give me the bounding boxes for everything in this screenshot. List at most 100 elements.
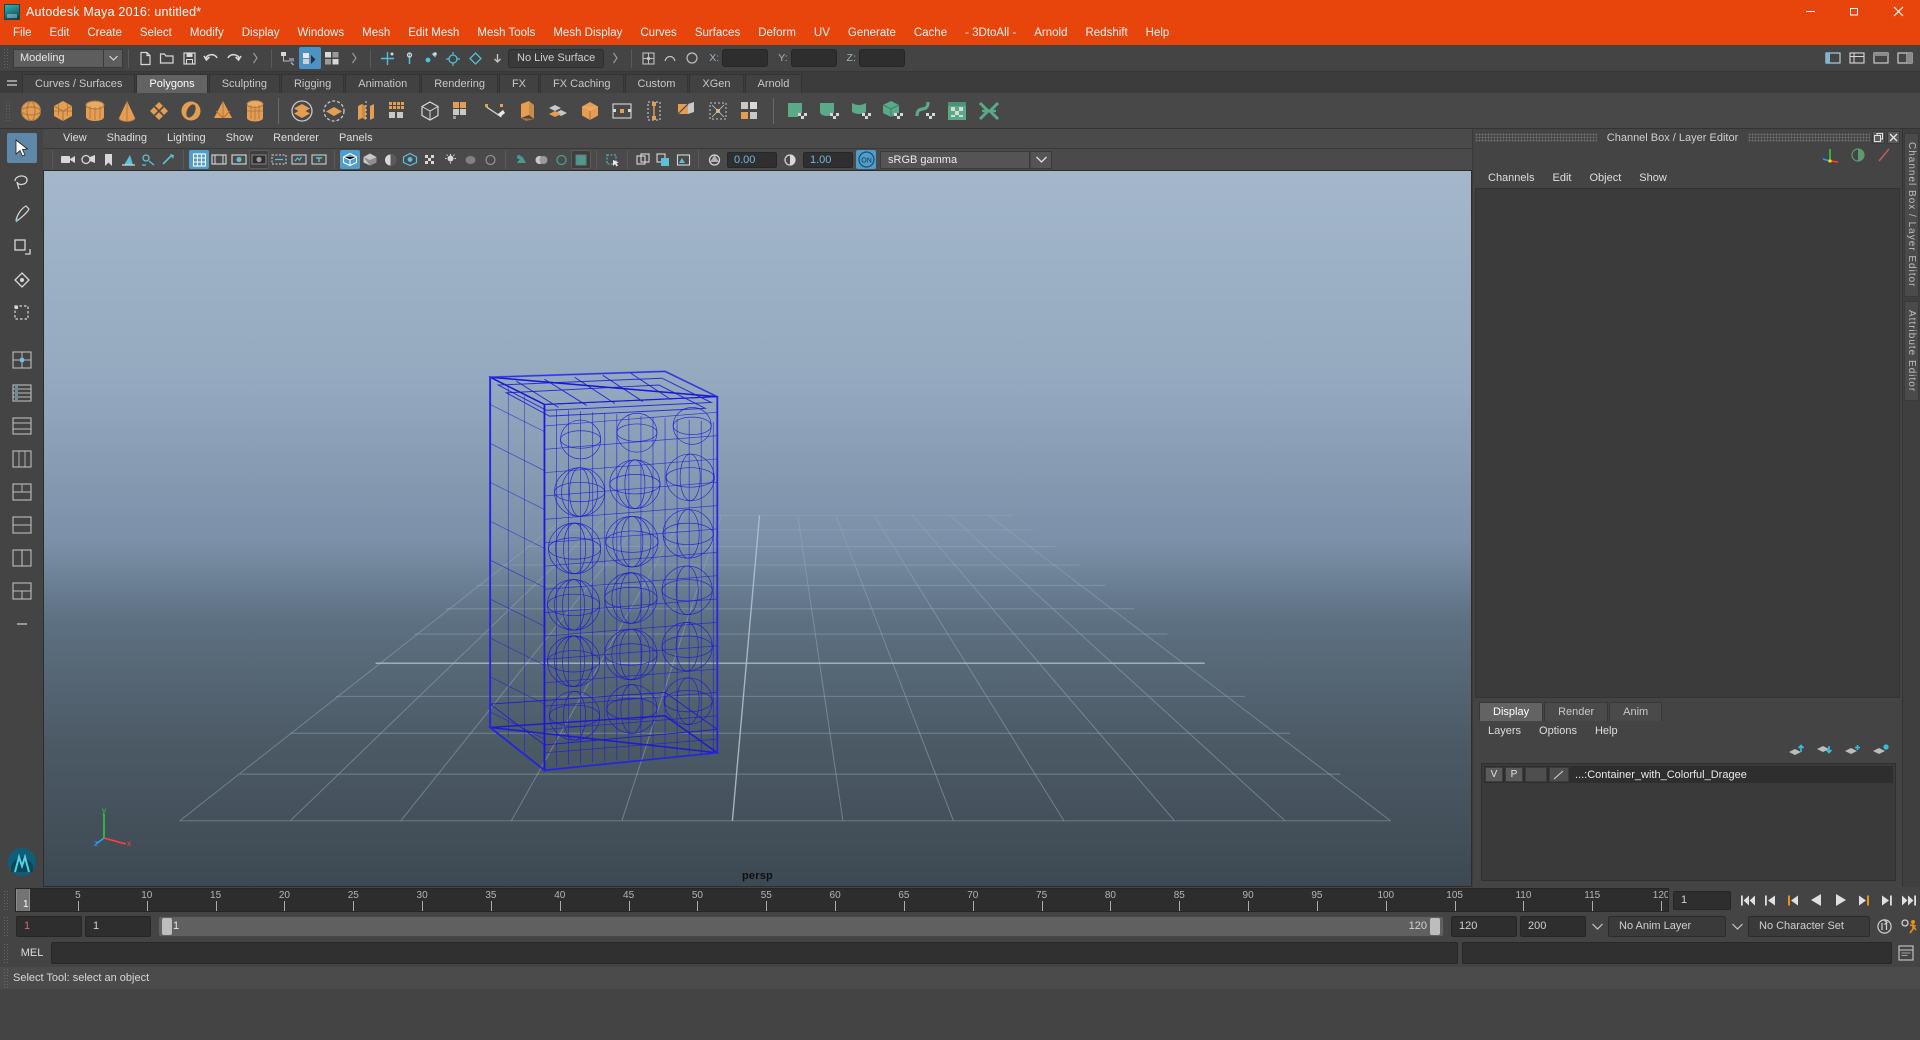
anim-layer-field[interactable]: No Anim Layer xyxy=(1608,915,1726,937)
gamma-value-field[interactable]: 1.00 xyxy=(803,151,853,168)
layout-hypershade-persp[interactable] xyxy=(7,444,37,474)
object-mask-icon[interactable] xyxy=(551,150,571,169)
poly-sphere-icon[interactable] xyxy=(15,95,47,127)
show-manipulators-icon[interactable] xyxy=(1822,147,1840,168)
new-layer-from-selected-icon[interactable] xyxy=(1872,743,1890,762)
shadows-icon[interactable] xyxy=(440,150,460,169)
go-to-end-icon[interactable] xyxy=(1898,890,1920,910)
menu-edit[interactable]: Edit xyxy=(41,25,79,43)
menuset-selector[interactable]: Modeling xyxy=(13,48,103,68)
poly-split-icon[interactable] xyxy=(734,95,766,127)
poly-append-icon[interactable] xyxy=(574,95,606,127)
history-icon[interactable] xyxy=(637,47,659,69)
menu-3dtoall[interactable]: - 3DtoAll - xyxy=(956,25,1025,43)
uv-unfold-icon[interactable] xyxy=(909,95,941,127)
menu-help[interactable]: Help xyxy=(1137,25,1179,43)
play-forwards-icon[interactable] xyxy=(1829,890,1851,910)
poly-mirror-icon[interactable] xyxy=(350,95,382,127)
channelbox-attribute-area[interactable] xyxy=(1475,188,1900,698)
playback-end-time-field[interactable]: 120 xyxy=(1451,915,1517,937)
image-plane-icon[interactable] xyxy=(118,150,138,169)
coord-y-input[interactable] xyxy=(790,49,837,67)
panel-snapshot-icon[interactable] xyxy=(673,150,693,169)
poly-bridge-icon[interactable] xyxy=(542,95,574,127)
gate-mask-icon[interactable] xyxy=(249,150,269,169)
isolate-select-icon[interactable] xyxy=(531,150,551,169)
poly-smooth-icon[interactable] xyxy=(382,95,414,127)
step-back-frame-icon[interactable] xyxy=(1783,890,1805,910)
current-frame-input[interactable]: 1 xyxy=(1673,890,1731,910)
title-safe-icon[interactable] xyxy=(309,150,329,169)
layout-three-pane-split[interactable] xyxy=(7,576,37,606)
menu-deform[interactable]: Deform xyxy=(749,25,805,43)
paint-select-tool[interactable] xyxy=(7,199,37,229)
time-slider[interactable]: 1 5 10 15 20 25 30 35 40 45 50 55 60 65 70 75 80 85 90 95 1… xyxy=(15,888,1669,912)
tool-settings-icon[interactable] xyxy=(1870,47,1892,69)
select-by-hierarchy-icon[interactable] xyxy=(277,47,299,69)
panel-menu-lighting[interactable]: Lighting xyxy=(157,131,216,146)
shelf-tab-animation[interactable]: Animation xyxy=(345,74,421,93)
panel-menu-shading[interactable]: Shading xyxy=(97,131,157,146)
statusline-grip[interactable] xyxy=(2,47,10,69)
exposure-icon[interactable] xyxy=(704,150,724,169)
menu-mesh-tools[interactable]: Mesh Tools xyxy=(468,25,544,43)
shelf-options-button[interactable] xyxy=(2,72,22,93)
shelf-tab-curves-surfaces[interactable]: Curves / Surfaces xyxy=(22,74,136,93)
safe-action-icon[interactable] xyxy=(289,150,309,169)
rotate-tool[interactable] xyxy=(7,265,37,295)
layer-tab-render[interactable]: Render xyxy=(1544,702,1609,721)
panel-duplicate-icon[interactable] xyxy=(653,150,673,169)
shelf-tab-fx[interactable]: FX xyxy=(498,74,540,93)
smooth-shade-icon[interactable] xyxy=(360,150,380,169)
poly-cube-icon[interactable] xyxy=(47,95,79,127)
poly-extract-icon[interactable] xyxy=(446,95,478,127)
make-live-icon[interactable] xyxy=(486,47,508,69)
wireframe-icon[interactable] xyxy=(340,150,360,169)
undock-panel-icon[interactable] xyxy=(1872,131,1885,144)
construction-history-toggle-icon[interactable] xyxy=(659,47,681,69)
uv-spherical-icon[interactable] xyxy=(845,95,877,127)
playback-start-time-field[interactable]: 1 xyxy=(85,915,151,937)
layer-tab-display[interactable]: Display xyxy=(1479,702,1544,721)
uv-editor-icon[interactable] xyxy=(941,95,973,127)
panel-zoom-icon[interactable] xyxy=(633,150,653,169)
xray-active-components-icon[interactable] xyxy=(511,150,531,169)
go-to-start-icon[interactable] xyxy=(1737,890,1759,910)
shelf-tab-sculpting[interactable]: Sculpting xyxy=(208,74,280,93)
poly-prism-icon[interactable] xyxy=(239,95,271,127)
uv-planar-icon[interactable] xyxy=(781,95,813,127)
gamma-icon[interactable] xyxy=(780,150,800,169)
range-slider-bar[interactable]: 1 120 xyxy=(158,915,1444,937)
shelf-tab-xgen[interactable]: XGen xyxy=(689,74,744,93)
move-tool[interactable] xyxy=(7,232,37,262)
rangeslider-grip[interactable] xyxy=(2,915,10,937)
move-layer-up-icon[interactable] xyxy=(1788,743,1806,762)
statusline-expander-right-icon[interactable] xyxy=(244,47,266,69)
auto-keyframe-icon[interactable] xyxy=(1873,916,1895,936)
menu-curves[interactable]: Curves xyxy=(631,25,685,43)
layout-single-perspective-view[interactable] xyxy=(7,345,37,375)
script-editor-icon[interactable] xyxy=(1895,942,1917,964)
snap-to-projected-center-icon[interactable] xyxy=(442,47,464,69)
commandline-grip[interactable] xyxy=(2,942,10,964)
save-scene-icon[interactable] xyxy=(178,47,200,69)
menu-select[interactable]: Select xyxy=(131,25,181,43)
poly-wedge-icon[interactable] xyxy=(638,95,670,127)
panel-menu-show[interactable]: Show xyxy=(216,131,264,146)
field-chart-icon[interactable] xyxy=(269,150,289,169)
menu-generate[interactable]: Generate xyxy=(839,25,905,43)
menu-surfaces[interactable]: Surfaces xyxy=(686,25,749,43)
scale-tool[interactable] xyxy=(7,298,37,328)
open-scene-icon[interactable] xyxy=(156,47,178,69)
layout-more-button[interactable] xyxy=(7,609,37,639)
vertical-tab-attribute-editor[interactable]: Attribute Editor xyxy=(1904,300,1919,401)
vertical-tab-channel-box[interactable]: Channel Box / Layer Editor xyxy=(1904,133,1919,297)
display-layer-list[interactable]: V P ...:Container_with_Colorful_Dragee xyxy=(1481,763,1896,881)
uv-cut-sew-icon[interactable] xyxy=(973,95,1005,127)
uv-automatic-icon[interactable] xyxy=(877,95,909,127)
attribute-editor-icon[interactable] xyxy=(1846,47,1868,69)
select-by-object-type-icon[interactable] xyxy=(299,47,321,69)
layout-two-pane-stacked[interactable] xyxy=(7,510,37,540)
character-set-chevron-down-icon[interactable] xyxy=(1729,916,1745,937)
two-sided-lighting-icon[interactable] xyxy=(138,150,158,169)
